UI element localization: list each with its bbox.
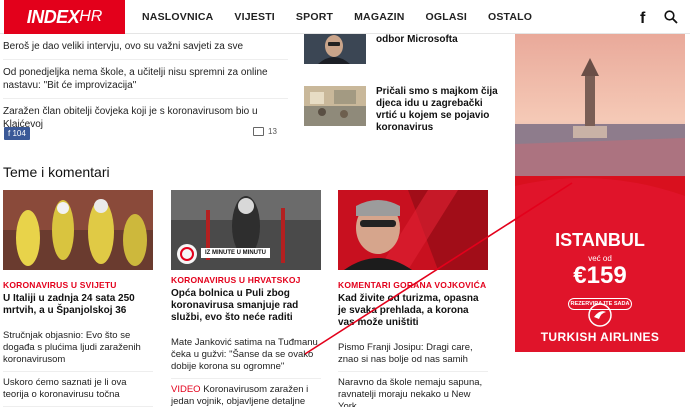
nav-sport[interactable]: SPORT — [296, 11, 333, 23]
site-logo[interactable]: INDEX HR — [4, 0, 125, 34]
nav-magazin[interactable]: MAGAZIN — [354, 11, 404, 23]
topic-card: KORONAVIRUS U SVIJETU U Italiji u zadnja… — [3, 190, 153, 407]
nav-naslovnica[interactable]: NASLOVNICA — [142, 11, 213, 23]
logo-mark: INDEX — [26, 6, 80, 27]
article-thumbnail — [304, 34, 366, 64]
category-label[interactable]: KORONAVIRUS U HRVATSKOJ — [171, 275, 321, 285]
related-link[interactable]: Pismo Franji Josipu: Dragi care, znao si… — [338, 337, 488, 372]
comment-icon — [253, 127, 264, 136]
list-item[interactable]: Beroš je dao veliki intervju, ovo su važ… — [3, 34, 288, 60]
facebook-share-count: 104 — [12, 129, 26, 138]
ad-brand: TURKISH AIRLINES — [540, 330, 660, 344]
article-headline[interactable]: U Italiji u zadnja 24 sata 250 mrtvih, a… — [3, 293, 153, 317]
list-item[interactable]: odbor Microsofta — [304, 34, 504, 74]
topic-card: IZ MINUTE U MINUTU KORONAVIRUS U HRVATSK… — [171, 190, 321, 407]
related-link[interactable]: VIDEO Koronavirusom zaražen i jedan vojn… — [171, 379, 321, 407]
article-image[interactable] — [3, 190, 153, 270]
article-title: odbor Microsofta — [376, 34, 458, 45]
facebook-share-button[interactable]: f 104 — [4, 127, 30, 140]
article-headline[interactable]: Kad živite od turizma, opasna je svaka p… — [338, 293, 488, 329]
topic-card: KOMENTARI GORANA VOJKOVIĆA Kad živite od… — [338, 190, 488, 407]
article-headline[interactable]: Opća bolnica u Puli zbog koronavirusa sm… — [171, 288, 321, 324]
left-news-list: Beroš je dao veliki intervju, ovo su važ… — [3, 34, 288, 137]
comment-count-value: 13 — [268, 127, 277, 136]
search-icon[interactable] — [664, 10, 678, 24]
comment-count[interactable]: 13 — [253, 127, 277, 136]
live-badge: IZ MINUTE U MINUTU — [201, 248, 270, 258]
ad-city: ISTANBUL — [555, 230, 645, 250]
section-title: Teme i komentari — [3, 164, 110, 180]
article-image[interactable]: IZ MINUTE U MINUTU — [171, 190, 321, 270]
article-title: Pričali smo s majkom čija djeca idu u za… — [376, 86, 498, 133]
related-link[interactable]: Naravno da škole nemaju sapuna, ravnatel… — [338, 372, 488, 407]
share-counters: f 104 13 — [3, 127, 288, 141]
article-image[interactable] — [338, 190, 488, 270]
nav-ostalo[interactable]: OSTALO — [488, 11, 532, 23]
article-image-graphic — [171, 190, 321, 270]
list-item[interactable]: Od ponedjeljka nema škole, a učitelji ni… — [3, 60, 288, 99]
category-label[interactable]: KOMENTARI GORANA VOJKOVIĆA — [338, 280, 488, 290]
nav-vijesti[interactable]: VIJESTI — [234, 11, 275, 23]
site-header: INDEX HR NASLOVNICA VIJESTI SPORT MAGAZIN… — [0, 0, 690, 34]
category-label[interactable]: KORONAVIRUS U SVIJETU — [3, 280, 153, 290]
main-nav: NASLOVNICA VIJESTI SPORT MAGAZIN OGLASI … — [142, 0, 553, 34]
advertisement-banner[interactable]: ISTANBUL već od €159 REZERVIRAJTE SADA T… — [515, 34, 685, 352]
middle-news-list: odbor Microsofta Pričali smo s majkom či… — [304, 34, 504, 152]
turkish-airlines-logo-icon — [588, 303, 612, 327]
video-label: VIDEO — [171, 384, 201, 395]
nav-oglasi[interactable]: OGLASI — [426, 11, 467, 23]
article-thumbnail — [304, 86, 366, 126]
logo-hr: HR — [79, 8, 103, 25]
related-link[interactable]: Mate Janković satima na Tuđmanu čeka u g… — [171, 332, 321, 379]
facebook-icon[interactable]: f — [640, 10, 645, 28]
related-link[interactable]: Uskoro ćemo saznati je li ova teorija o … — [3, 372, 153, 407]
ad-price: €159 — [573, 262, 627, 289]
list-item[interactable]: Pričali smo s majkom čija djeca idu u za… — [304, 78, 504, 140]
related-link[interactable]: Stručnjak objasnio: Evo što se događa s … — [3, 325, 153, 372]
ad-photo — [515, 34, 685, 176]
